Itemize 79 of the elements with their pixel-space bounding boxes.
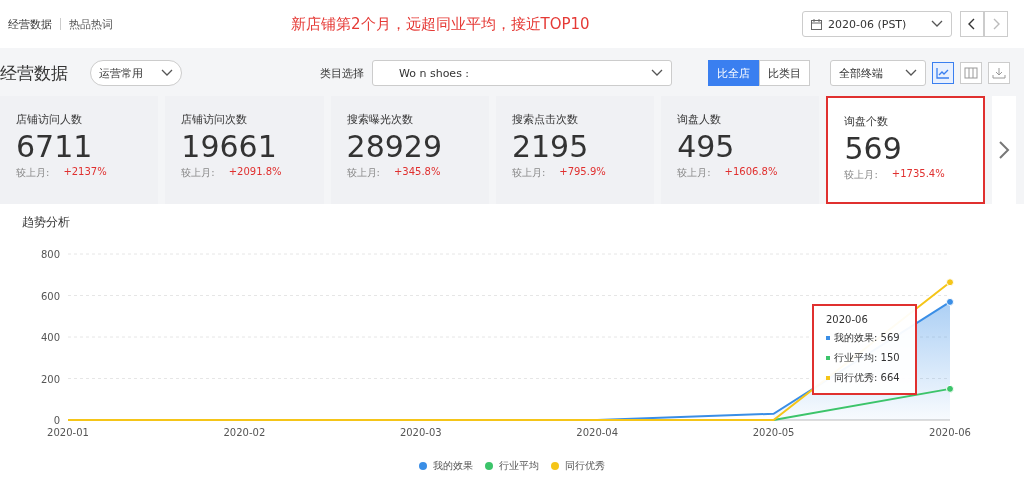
y-tick-label: 800 (40, 249, 60, 260)
metric-card[interactable]: 搜索点击次数 2195 较上月: +795.9% (495, 96, 655, 204)
compare-toggle[interactable]: 比全店 (708, 60, 759, 86)
legend-dot (485, 462, 493, 470)
compare-label: 较上月: (346, 166, 380, 180)
metric-card[interactable]: 搜索曝光次数 28929 较上月: +345.8% (330, 96, 489, 204)
metric-name: 搜索曝光次数 (346, 112, 414, 127)
previous-button[interactable] (960, 11, 984, 37)
top-tab[interactable]: 热品热词 (69, 16, 113, 32)
legend-label[interactable]: 同行优秀 (565, 459, 605, 473)
metric-value: 495 (677, 129, 736, 164)
caret-icon (931, 20, 943, 28)
next-cards-button[interactable] (991, 96, 1016, 204)
metric-name: 店铺访问人数 (16, 112, 83, 127)
legend-label[interactable]: 我的效果 (433, 459, 473, 473)
preset-select[interactable]: 运营常用 (90, 60, 182, 86)
legend-dot (551, 462, 559, 470)
metric-card[interactable]: 询盘个数 569 较上月: +1735.4% (826, 96, 985, 204)
change-value: +345.8% (393, 166, 441, 179)
view-button[interactable] (960, 62, 982, 84)
x-tick-label: 2020-01 (47, 427, 89, 438)
compare-label: 较上月: (181, 166, 215, 180)
change-value: +795.9% (559, 166, 606, 179)
calendar-icon (811, 18, 822, 30)
compare-label: 较上月: (677, 166, 711, 180)
chevron-left-icon (968, 18, 976, 30)
line-chart-icon (936, 67, 950, 79)
headline: 新店铺第2个月，远超同业平均，接近TOP10 (291, 14, 590, 34)
download-icon (992, 67, 1006, 79)
y-tick-label: 200 (40, 373, 60, 385)
view-button[interactable] (988, 62, 1010, 84)
change-value: +2137% (63, 166, 107, 179)
metric-value: 6711 (16, 129, 94, 164)
caret-icon (161, 69, 173, 77)
metric-name: 搜索点击次数 (511, 112, 579, 127)
category-label: 类目选择 (320, 65, 364, 81)
tooltip-row: 同行优秀: 664 (834, 371, 900, 385)
compare-label: 较上月: (511, 166, 546, 180)
metric-value: 569 (844, 131, 903, 166)
metric-value: 2195 (511, 129, 590, 164)
terminal-select[interactable]: 全部终端 (830, 60, 926, 86)
tooltip-title: 2020-06 (826, 314, 869, 325)
metric-name: 询盘人数 (677, 112, 723, 127)
metric-value: 28929 (346, 129, 444, 164)
caret-icon (651, 69, 663, 77)
chevron-right-icon (992, 18, 1000, 30)
y-tick-label: 0 (53, 415, 60, 426)
compare-label: 较上月: (844, 168, 878, 182)
x-tick-label: 2020-04 (576, 427, 619, 438)
y-tick-label: 600 (40, 290, 60, 302)
metric-card[interactable]: 店铺访问次数 19661 较上月: +2091.8% (165, 96, 324, 204)
compare-label: 较上月: (16, 166, 50, 180)
compare-toggle[interactable]: 比类目 (759, 60, 810, 86)
change-value: +1735.4% (891, 168, 945, 181)
change-value: +1606.8% (724, 166, 778, 179)
metric-name: 店铺访问次数 (181, 112, 249, 127)
caret-icon (905, 69, 917, 77)
category-select[interactable]: Wo n shoes : (372, 60, 672, 86)
view-button[interactable] (932, 62, 954, 84)
columns-icon (964, 67, 978, 79)
metric-card[interactable]: 询盘人数 495 较上月: +1606.8% (661, 96, 820, 204)
date-select[interactable]: 2020-06 (PST) (802, 11, 952, 37)
change-value: +2091.8% (228, 166, 282, 179)
section-title: 经营数据 (0, 61, 68, 85)
x-tick-label: 2020-02 (223, 427, 266, 438)
top-tab[interactable]: 经营数据 (8, 16, 52, 32)
chevron-right-icon (997, 140, 1010, 160)
metric-name: 询盘个数 (844, 114, 890, 129)
tooltip-row: 我的效果: 569 (834, 331, 900, 345)
chart-title: 趋势分析 (22, 214, 70, 231)
tooltip-row: 行业平均: 150 (834, 351, 900, 365)
x-tick-label: 2020-06 (929, 427, 971, 438)
legend-label[interactable]: 行业平均 (499, 459, 539, 473)
y-tick-label: 400 (40, 332, 60, 343)
metric-card[interactable]: 店铺访问人数 6711 较上月: +2137% (0, 96, 159, 204)
metric-value: 19661 (181, 129, 278, 164)
legend-dot (419, 462, 427, 470)
x-tick-label: 2020-03 (399, 427, 442, 438)
x-tick-label: 2020-05 (752, 427, 795, 438)
